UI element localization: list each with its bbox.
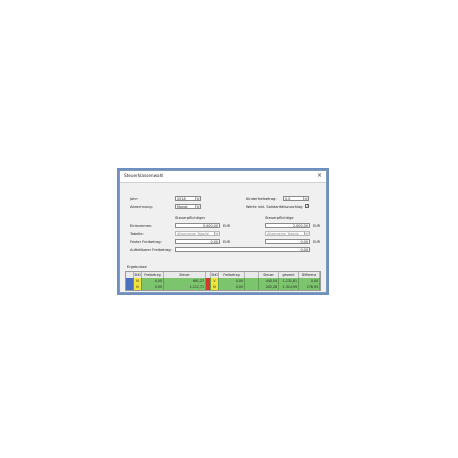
einkommen-unit-1: EUR (223, 224, 230, 228)
aufteilbar-label: Aufteilbarer Freibetrag: (130, 248, 172, 252)
tabelle-label: Tabelle: (130, 232, 144, 236)
jahr-select[interactable]: 2018 ▾ (175, 196, 201, 201)
abrechnung-label: Abrechnung: (130, 205, 153, 209)
close-icon[interactable]: × (317, 172, 322, 180)
soli-checkbox[interactable]: ✓ (305, 204, 309, 208)
dialog-window: Steuerklassenwahl × Jahr: 2018 ▾ Kinderfr… (119, 170, 327, 293)
fester-input-1[interactable]: 0,00 (175, 239, 220, 244)
freibetrag-cell: 0,00 (219, 284, 245, 290)
einkommen-input-2[interactable]: 2.000,00 (265, 223, 310, 228)
einkommen-unit-2: EUR (313, 224, 320, 228)
col2-header: Steuerpflichtige (265, 216, 294, 220)
col1-header: Steuerpflichtiger (175, 216, 206, 220)
gesamt-cell: 1.314,99 (279, 284, 299, 290)
tabelle-select-1[interactable]: Allgemeine Tabelle ▾ (175, 231, 220, 236)
table-row[interactable]: IV 0,00 1.112,71 IV 0,00 202,28 1.314,99… (126, 284, 320, 290)
kinder-select[interactable]: 0,0 ▾ (283, 196, 309, 201)
fester-input-2[interactable]: 0,00 (265, 239, 310, 244)
abrechnung-value: Monat (177, 205, 188, 209)
spacer-cell (245, 284, 259, 290)
aufteilbar-input[interactable]: 0,00 (175, 247, 310, 252)
results-table[interactable]: StKl Freibetrag Steuer StKl Freibetrag S… (125, 271, 321, 291)
window-title: Steuerklassenwahl (124, 173, 164, 178)
stkl-cell: IV (211, 284, 219, 290)
steuer-cell: 202,28 (259, 284, 279, 290)
chevron-down-icon: ▾ (304, 232, 309, 235)
fester-unit-1: EUR (223, 240, 230, 244)
steuer-cell: 1.112,71 (164, 284, 206, 290)
soli-label: Werte inkl. Solidaritätszuschlag (246, 205, 303, 209)
results-label: Ergebnisse (127, 265, 147, 269)
chevron-down-icon: ▾ (195, 197, 200, 200)
abrechnung-select[interactable]: Monat ▾ (175, 204, 201, 209)
jahr-value: 2018 (177, 197, 186, 201)
fester-label: Fester Freibetrag: (130, 240, 162, 244)
tabelle-select-2[interactable]: Allgemeine Tabelle ▾ (265, 231, 310, 236)
kinder-value: 0,0 (285, 197, 291, 201)
differenz-cell: 176,93 (299, 284, 320, 290)
chevron-down-icon: ▾ (303, 197, 308, 200)
einkommen-label: Einkommen: (130, 224, 153, 228)
kinder-label: Kinderfreibetrag: (246, 197, 277, 201)
jahr-label: Jahr: (130, 197, 139, 201)
tabelle-value-1: Allgemeine Tabelle (177, 232, 209, 236)
chevron-down-icon: ▾ (214, 232, 219, 235)
title-bar[interactable]: Steuerklassenwahl × (120, 171, 326, 183)
stkl-cell: IV (134, 284, 142, 290)
freibetrag-cell: 0,00 (142, 284, 164, 290)
tabelle-value-2: Allgemeine Tabelle (267, 232, 299, 236)
einkommen-input-1[interactable]: 5.000,00 (175, 223, 220, 228)
chevron-down-icon: ▾ (195, 205, 200, 208)
row-marker (126, 284, 134, 290)
fester-unit-2: EUR (313, 240, 320, 244)
